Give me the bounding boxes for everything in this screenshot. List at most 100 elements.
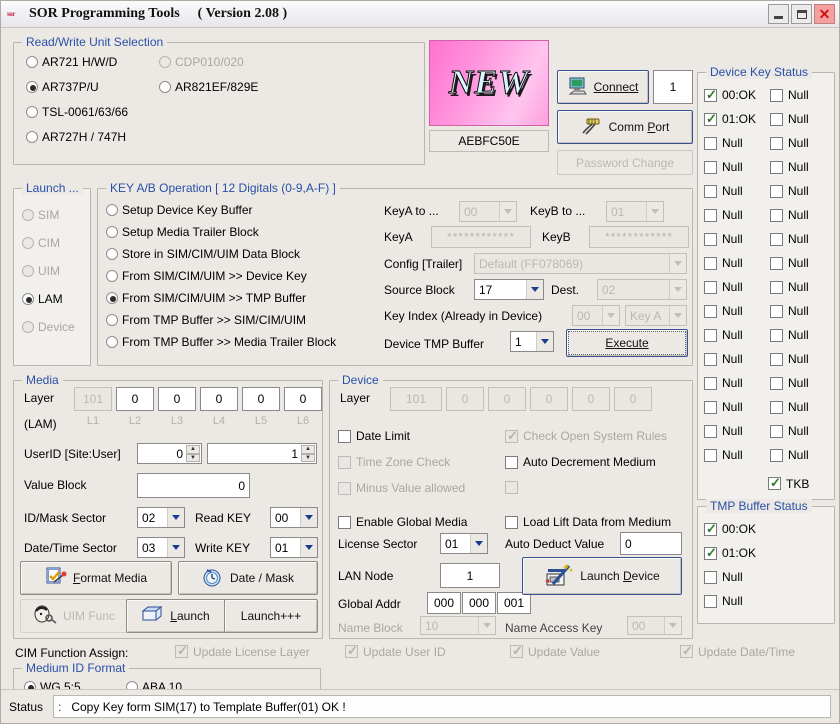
write-key-select[interactable]: 01 bbox=[270, 537, 318, 558]
device-key-checkbox[interactable]: Null bbox=[704, 400, 770, 414]
idmask-sector-select[interactable]: 02 bbox=[137, 507, 185, 528]
key-type-select[interactable]: Key A bbox=[625, 305, 687, 326]
device-key-checkbox[interactable]: Null bbox=[704, 424, 770, 438]
name-access-key-select[interactable]: 00 bbox=[627, 616, 682, 635]
lan-node-input[interactable]: 1 bbox=[440, 563, 500, 588]
device-key-checkbox[interactable]: Null bbox=[770, 424, 809, 438]
device-key-checkbox[interactable]: 01:OK bbox=[704, 111, 770, 127]
date-mask-button[interactable]: Date / Mask bbox=[178, 561, 318, 595]
global-addr-1[interactable]: 000 bbox=[427, 592, 461, 614]
launch-option-cim[interactable]: CIM bbox=[22, 229, 60, 257]
tmp-buffer-checkbox[interactable]: 01:OK bbox=[704, 545, 756, 561]
cim-checkbox-3[interactable]: Update Date/Time bbox=[680, 643, 795, 659]
device-check-3[interactable]: Enable Global Media bbox=[338, 515, 467, 529]
device-check-right-3[interactable]: Load Lift Data from Medium bbox=[505, 515, 671, 529]
device-check-2[interactable]: Minus Value allowed bbox=[338, 481, 465, 495]
launch-button[interactable]: Launch bbox=[126, 599, 226, 633]
device-key-checkbox[interactable]: Null bbox=[770, 184, 809, 198]
radio-ar737[interactable]: AR737P/U bbox=[26, 80, 99, 94]
connect-count-field[interactable]: 1 bbox=[653, 70, 693, 104]
key-ab-option-4[interactable]: From SIM/CIM/UIM >> TMP Buffer bbox=[106, 287, 306, 309]
launch-option-uim[interactable]: UIM bbox=[22, 257, 60, 285]
device-key-checkbox[interactable]: Null bbox=[770, 112, 809, 126]
device-key-checkbox[interactable]: Null bbox=[770, 208, 809, 222]
radio-ar821ef[interactable]: AR821EF/829E bbox=[159, 80, 258, 94]
global-addr-3[interactable]: 001 bbox=[497, 592, 531, 614]
tmp-buffer-checkbox[interactable]: Null bbox=[704, 594, 743, 608]
device-check-1[interactable]: Time Zone Check bbox=[338, 455, 450, 469]
device-key-checkbox[interactable]: Null bbox=[704, 376, 770, 390]
device-tmp-buffer-select[interactable]: 1 bbox=[510, 331, 554, 352]
device-key-checkbox[interactable]: Null bbox=[770, 136, 809, 150]
device-key-checkbox[interactable]: Null bbox=[770, 280, 809, 294]
launch-option-sim[interactable]: SIM bbox=[22, 201, 59, 229]
device-key-checkbox[interactable]: Null bbox=[704, 160, 770, 174]
global-addr-2[interactable]: 000 bbox=[462, 592, 496, 614]
spinner-arrows-icon[interactable]: ▲ ▼ bbox=[186, 445, 200, 462]
device-check-right-1[interactable]: Auto Decrement Medium bbox=[505, 455, 656, 469]
device-key-checkbox[interactable]: Null bbox=[770, 400, 809, 414]
device-key-checkbox[interactable]: Null bbox=[770, 304, 809, 318]
device-key-checkbox[interactable]: Null bbox=[770, 376, 809, 390]
execute-button[interactable]: Execute bbox=[566, 329, 688, 357]
spinner-arrows-icon[interactable]: ▲ ▼ bbox=[301, 445, 315, 462]
tmp-buffer-checkbox[interactable]: Null bbox=[704, 570, 743, 584]
cim-checkbox-2[interactable]: Update Value bbox=[510, 643, 600, 659]
key-ab-option-0[interactable]: Setup Device Key Buffer bbox=[106, 199, 253, 221]
device-key-checkbox[interactable]: Null bbox=[770, 448, 809, 462]
minimize-button[interactable] bbox=[768, 4, 789, 24]
device-key-checkbox[interactable]: Null bbox=[704, 136, 770, 150]
device-key-checkbox[interactable]: Null bbox=[770, 328, 809, 342]
launch-plus-button[interactable]: Launch+++ bbox=[224, 599, 318, 633]
device-key-checkbox[interactable]: Null bbox=[704, 232, 770, 246]
device-key-checkbox[interactable]: Null bbox=[770, 256, 809, 270]
connect-button[interactable]: Connect bbox=[557, 70, 649, 104]
format-media-button[interactable]: Format Media bbox=[20, 561, 172, 595]
tkb-checkbox[interactable]: TKB bbox=[768, 475, 809, 491]
media-layer-cell[interactable]: 0 bbox=[200, 387, 238, 411]
device-key-checkbox[interactable]: Null bbox=[704, 256, 770, 270]
value-block-input[interactable]: 0 bbox=[137, 473, 250, 498]
keya-to-select[interactable]: 00 bbox=[459, 201, 517, 222]
radio-cdp010[interactable]: CDP010/020 bbox=[159, 55, 244, 69]
device-key-checkbox[interactable]: Null bbox=[770, 352, 809, 366]
device-key-checkbox[interactable]: Null bbox=[770, 232, 809, 246]
device-key-checkbox[interactable]: Null bbox=[704, 184, 770, 198]
radio-ar727h[interactable]: AR727H / 747H bbox=[26, 130, 126, 144]
cim-checkbox-1[interactable]: Update User ID bbox=[345, 643, 446, 659]
close-button[interactable]: ✕ bbox=[814, 4, 835, 24]
keya-input[interactable]: ************ bbox=[431, 226, 531, 248]
device-key-checkbox[interactable]: Null bbox=[770, 88, 809, 102]
key-ab-option-6[interactable]: From TMP Buffer >> Media Trailer Block bbox=[106, 331, 336, 353]
media-layer-cell[interactable]: 0 bbox=[116, 387, 154, 411]
key-index-select[interactable]: 00 bbox=[572, 305, 620, 326]
device-key-checkbox[interactable]: Null bbox=[770, 160, 809, 174]
device-check-0[interactable]: Date Limit bbox=[338, 429, 410, 443]
userid-site-spinner[interactable]: 0 ▲ ▼ bbox=[137, 443, 202, 464]
media-layer-cell[interactable]: 0 bbox=[158, 387, 196, 411]
media-layer-cell[interactable]: 0 bbox=[284, 387, 322, 411]
device-key-checkbox[interactable]: Null bbox=[704, 448, 770, 462]
media-layer-cell[interactable]: 0 bbox=[242, 387, 280, 411]
device-key-checkbox[interactable]: Null bbox=[704, 208, 770, 222]
key-ab-option-3[interactable]: From SIM/CIM/UIM >> Device Key bbox=[106, 265, 307, 287]
dest-select[interactable]: 02 bbox=[597, 279, 687, 300]
key-ab-option-2[interactable]: Store in SIM/CIM/UIM Data Block bbox=[106, 243, 300, 265]
device-check-right-2[interactable] bbox=[505, 481, 523, 494]
source-block-select[interactable]: 17 bbox=[474, 279, 544, 300]
device-key-checkbox[interactable]: Null bbox=[704, 328, 770, 342]
key-ab-option-1[interactable]: Setup Media Trailer Block bbox=[106, 221, 259, 243]
launch-option-lam[interactable]: LAM bbox=[22, 285, 63, 313]
keyb-input[interactable]: ************ bbox=[589, 226, 689, 248]
config-trailer-select[interactable]: Default (FF078069) bbox=[474, 253, 687, 274]
read-key-select[interactable]: 00 bbox=[270, 507, 318, 528]
keyb-to-select[interactable]: 01 bbox=[606, 201, 664, 222]
cim-checkbox-0[interactable]: Update License Layer bbox=[175, 643, 310, 659]
launch-device-button[interactable]: Launch Device bbox=[522, 557, 682, 595]
uim-func-button[interactable]: UIM Func bbox=[20, 599, 128, 633]
device-key-checkbox[interactable]: 00:OK bbox=[704, 87, 770, 103]
license-sector-select[interactable]: 01 bbox=[440, 533, 488, 554]
auto-deduct-input[interactable]: 0 bbox=[620, 532, 682, 555]
radio-tsl0061[interactable]: TSL-0061/63/66 bbox=[26, 105, 128, 119]
device-key-checkbox[interactable]: Null bbox=[704, 280, 770, 294]
